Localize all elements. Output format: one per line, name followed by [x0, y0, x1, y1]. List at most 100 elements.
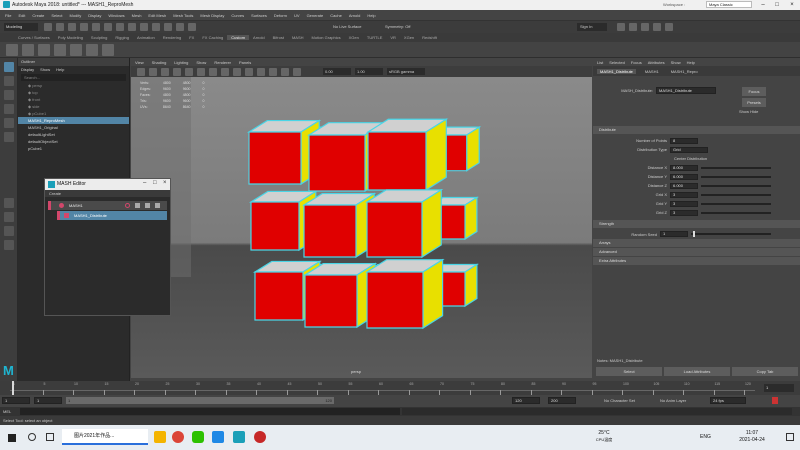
anim-layer-select[interactable]: No Anim Layer	[660, 398, 686, 403]
shelf-tab[interactable]: Redshift	[418, 35, 441, 40]
menu-item[interactable]: UV	[294, 13, 300, 18]
shelf-tab[interactable]: Arnold	[249, 35, 269, 40]
eye-icon[interactable]	[135, 203, 140, 208]
snap-grid-icon[interactable]	[140, 23, 148, 31]
mash-offset-icon[interactable]	[54, 43, 66, 56]
ae-field-slider[interactable]	[701, 166, 771, 169]
outliner-search-input[interactable]: Search...	[21, 74, 126, 81]
smooth-shade-icon[interactable]	[233, 67, 241, 76]
outliner-menu-item[interactable]: Show	[40, 67, 50, 72]
search-icon[interactable]	[28, 433, 36, 441]
mash-color-icon[interactable]	[86, 43, 98, 56]
ae-field-slider[interactable]	[701, 202, 771, 205]
select-component-icon[interactable]	[128, 23, 136, 31]
hypershade-icon[interactable]	[653, 23, 661, 31]
outliner-item[interactable]: MASH1_Original	[18, 124, 129, 131]
ae-button[interactable]: Load Attributes	[664, 367, 730, 376]
select-tool-icon[interactable]	[4, 62, 14, 72]
outliner-camera-item[interactable]: ◆ side	[18, 103, 129, 110]
outliner-item[interactable]: ◆ pCube1	[18, 110, 129, 117]
wireframe-icon[interactable]	[221, 67, 229, 76]
menu-item[interactable]: Windows	[108, 13, 124, 18]
snap-view-icon[interactable]	[176, 23, 184, 31]
ae-field-slider[interactable]	[701, 184, 771, 187]
settings-icon[interactable]	[145, 203, 150, 208]
camera-attr-icon[interactable]	[149, 67, 157, 76]
undo-icon[interactable]	[80, 23, 88, 31]
gamma-field[interactable]: 1.00	[355, 68, 383, 75]
mel-label[interactable]: MEL	[3, 409, 11, 414]
presets-button[interactable]: Presets	[742, 98, 766, 107]
outliner-camera-item[interactable]: ◆ top	[18, 89, 129, 96]
focus-button[interactable]: Focus	[742, 87, 766, 96]
outliner-item[interactable]: MASH1_ReproMesh	[18, 117, 129, 124]
show-hide-button[interactable]: Show Hide	[739, 109, 758, 114]
mash-random-icon[interactable]	[38, 43, 50, 56]
outliner-menu-item[interactable]: Display	[21, 67, 34, 72]
mash-network-row[interactable]: MASH1	[48, 201, 167, 210]
start-frame-field[interactable]: 1	[2, 397, 30, 404]
render-settings-icon[interactable]	[641, 23, 649, 31]
shelf-tab[interactable]: MASH	[288, 35, 308, 40]
playback-start-field[interactable]: 1	[34, 397, 62, 404]
ae-field-slider[interactable]	[701, 211, 771, 214]
menu-item[interactable]: Edit Mesh	[148, 13, 166, 18]
exposure-field[interactable]: 0.00	[323, 68, 351, 75]
playback-end-field[interactable]: 120	[512, 397, 540, 404]
outliner-layout-icon[interactable]	[4, 240, 14, 250]
menu-item[interactable]: Help	[367, 13, 375, 18]
shelf-tab[interactable]: TURTLE	[363, 35, 386, 40]
shelf-tab[interactable]: Bifrost	[269, 35, 288, 40]
scale-tool-icon[interactable]	[4, 132, 14, 142]
shelf-tab[interactable]: Custom	[227, 35, 250, 40]
single-view-icon[interactable]	[4, 198, 14, 208]
shelf-tab[interactable]: VR	[386, 35, 400, 40]
ipr-icon[interactable]	[629, 23, 637, 31]
random-seed-slider[interactable]	[691, 231, 771, 237]
menu-item[interactable]: Select	[51, 13, 62, 18]
xray-icon[interactable]	[293, 67, 301, 76]
paint-select-icon[interactable]	[4, 90, 14, 100]
center-distribution-checkbox[interactable]: Center Distribution	[670, 156, 707, 161]
ae-field-value[interactable]: Grid	[670, 146, 708, 153]
ae-menu-item[interactable]: Help	[687, 60, 695, 65]
save-scene-icon[interactable]	[68, 23, 76, 31]
ae-button[interactable]: Copy Tab	[732, 367, 798, 376]
menu-item[interactable]: Mesh Display	[200, 13, 224, 18]
outliner-item[interactable]: pCube1	[18, 145, 129, 152]
shelf-tab[interactable]: FX	[185, 35, 198, 40]
render-icon[interactable]	[617, 23, 625, 31]
shelf-tab[interactable]: XGen	[400, 35, 418, 40]
outliner-menu-item[interactable]: Help	[56, 67, 64, 72]
chrome-icon[interactable]	[172, 431, 184, 443]
collapsed-section[interactable]: Extra Attributes	[593, 257, 800, 265]
record-icon[interactable]	[125, 203, 130, 208]
shelf-tab[interactable]: FX Caching	[198, 35, 227, 40]
end-frame-field[interactable]: 200	[548, 397, 576, 404]
outliner-camera-item[interactable]: ◆ persp	[18, 82, 129, 89]
select-object-icon[interactable]	[116, 23, 124, 31]
viewport-menu-item[interactable]: Panels	[239, 60, 251, 65]
textured-icon[interactable]	[245, 67, 253, 76]
minimize-icon[interactable]: –	[756, 0, 770, 10]
random-seed-field[interactable]: 1	[660, 231, 688, 237]
ae-tab[interactable]: MASH1_Distribute	[597, 68, 636, 74]
colorspace-select[interactable]: sRGB gamma	[387, 68, 425, 75]
menu-item[interactable]: Mesh Tools	[173, 13, 193, 18]
ae-field-slider[interactable]	[701, 175, 771, 178]
film-gate-icon[interactable]	[197, 67, 205, 76]
menu-item[interactable]: Mesh	[132, 13, 142, 18]
maximize-icon[interactable]: □	[770, 0, 784, 10]
character-set-select[interactable]: No Character Set	[604, 398, 635, 403]
ae-field-value[interactable]: 8	[670, 137, 698, 144]
outliner-item[interactable]: defaultObjectSet	[18, 138, 129, 145]
viewport-menu-item[interactable]: Show	[196, 60, 206, 65]
grid-icon[interactable]	[185, 67, 193, 76]
ae-field-value[interactable]: 8.000	[670, 164, 698, 171]
bookmark-icon[interactable]	[161, 67, 169, 76]
menu-item[interactable]: Deform	[274, 13, 287, 18]
menu-item[interactable]: Create	[32, 13, 44, 18]
ae-field-value[interactable]: 3	[670, 209, 698, 216]
menu-item[interactable]: Curves	[231, 13, 244, 18]
mode-select[interactable]: Modeling	[4, 23, 38, 31]
